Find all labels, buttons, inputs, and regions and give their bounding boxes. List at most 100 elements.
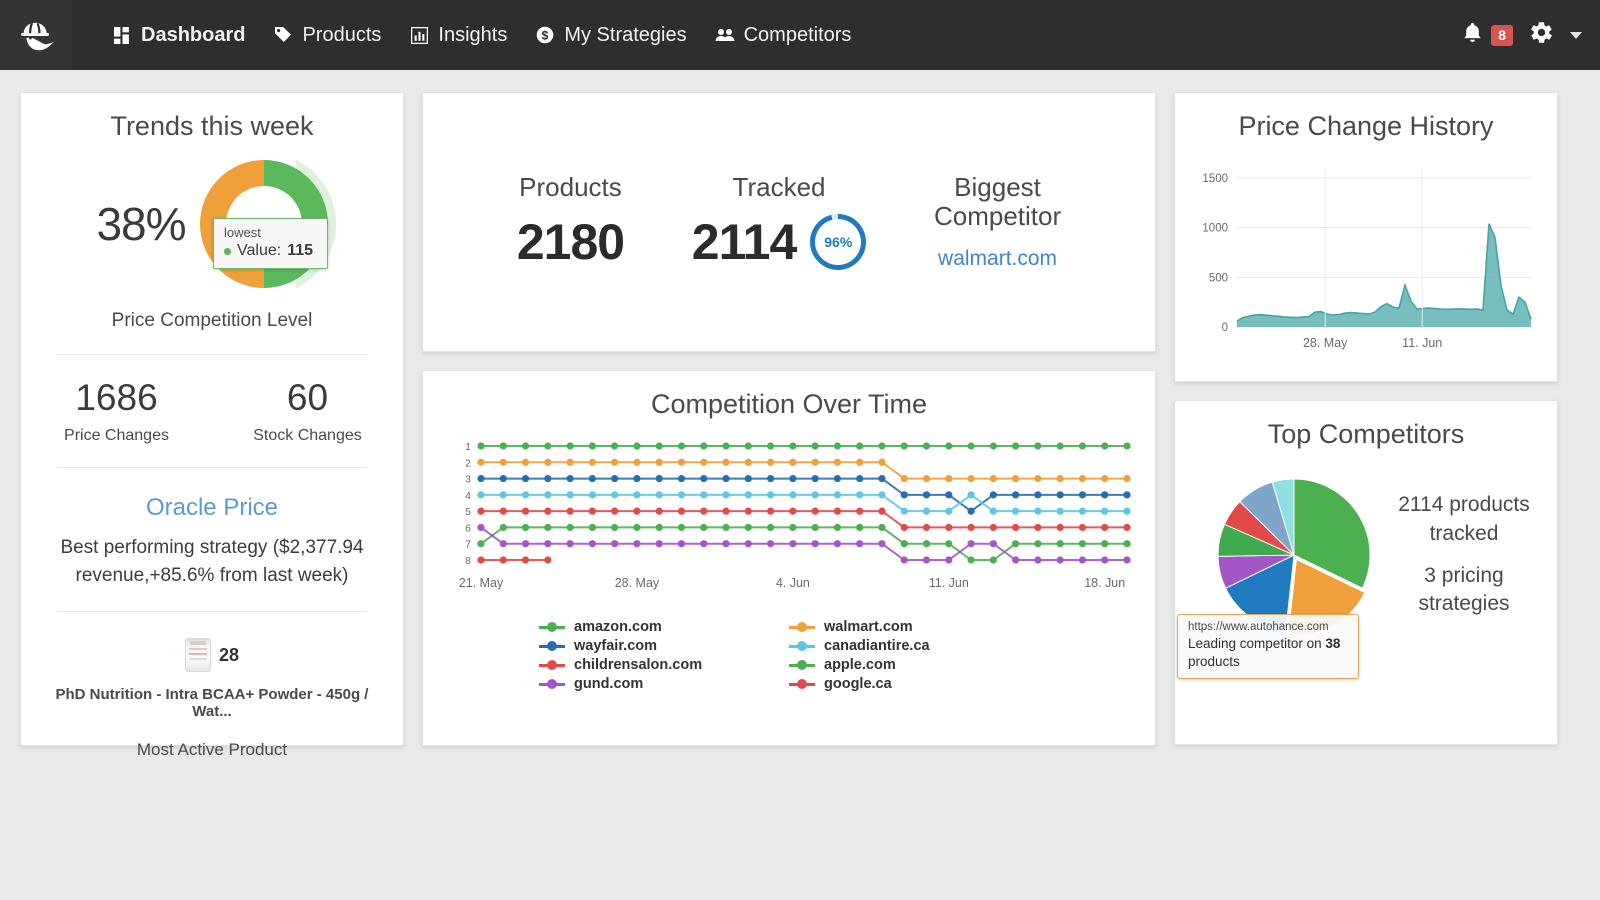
kpi-stock-changes: 60 Stock Changes [212, 377, 403, 445]
stat-tracked-value: 2114 [692, 213, 796, 271]
stat-tracked: Tracked 2114 96% [692, 173, 866, 272]
nav-item-dashboard[interactable]: Dashboard [112, 24, 245, 47]
svg-text:500: 500 [1209, 272, 1228, 284]
legend-item[interactable]: canadiantire.ca [789, 638, 1039, 654]
most-active-product-count: 28 [219, 645, 239, 666]
tooltip-series-dot-icon [224, 248, 231, 255]
stat-biggest-competitor: Biggest Competitor walmart.com [934, 173, 1061, 270]
left-column: Trends this week 38% lowest Value: 115 P… [20, 92, 404, 746]
middle-column: Products 2180 Tracked 2114 96% Biggest C… [422, 92, 1156, 746]
legend-item[interactable]: walmart.com [789, 619, 1039, 635]
navbar-actions: 8 [1462, 20, 1582, 50]
nav-label-dashboard: Dashboard [141, 24, 245, 47]
nav-item-my-strategies[interactable]: $ My Strategies [535, 24, 686, 47]
svg-text:7: 7 [465, 539, 471, 551]
best-strategy-section: Oracle Price Best performing strategy ($… [21, 468, 403, 589]
pie-tooltip-text: Leading competitor on 38 products [1188, 635, 1348, 670]
legend-item[interactable]: wayfair.com [539, 638, 789, 654]
gear-icon[interactable] [1529, 20, 1554, 50]
svg-text:18. Jun: 18. Jun [1084, 576, 1125, 590]
legend-item[interactable]: childrensalon.com [539, 657, 789, 673]
stat-products-value: 2180 [517, 213, 624, 271]
most-active-product-name[interactable]: PhD Nutrition - Intra BCAA+ Powder - 450… [39, 686, 385, 720]
bell-icon[interactable] [1462, 22, 1483, 49]
top-navbar: Dashboard Products Insights $ My Strateg… [0, 0, 1600, 70]
kpi-price-changes: 1686 Price Changes [21, 377, 212, 445]
svg-text:8: 8 [465, 555, 471, 567]
price-change-history-card: Price Change History 0 500 1000 1500 28. May… [1174, 92, 1558, 382]
svg-text:11. Jun: 11. Jun [1402, 336, 1442, 350]
price-history-title: Price Change History [1175, 93, 1557, 148]
summary-stats-card: Products 2180 Tracked 2114 96% Biggest C… [422, 92, 1156, 352]
legend-item[interactable]: google.ca [789, 676, 1039, 692]
competition-chart-plot[interactable]: 12345678 21. May28. May4. Jun11. Jun18. … [423, 426, 1155, 602]
legend-label: apple.com [824, 657, 896, 673]
grid-icon [112, 25, 132, 45]
stat-tracked-row: 2114 96% [692, 213, 866, 271]
legend-marker-icon [539, 640, 565, 652]
kpi-price-changes-label: Price Changes [21, 427, 212, 445]
most-active-product-row: 28 [39, 638, 385, 672]
donut-tooltip-body: Value: 115 [224, 242, 313, 260]
pie-tooltip-text-before: Leading competitor on [1188, 636, 1322, 651]
right-column: Price Change History 0 500 1000 1500 28. May… [1174, 92, 1558, 745]
pie-tooltip-count: 38 [1325, 636, 1340, 651]
price-history-plot[interactable]: 0 500 1000 1500 28. May 11. Jun [1175, 148, 1557, 374]
price-history-svg: 0 500 1000 1500 28. May 11. Jun [1191, 154, 1541, 369]
svg-text:3: 3 [465, 474, 471, 486]
stat-biggest-competitor-label-line1: Biggest [934, 173, 1061, 202]
legend-marker-icon [539, 621, 565, 633]
competition-chart-svg: 12345678 [443, 438, 1135, 568]
legend-item[interactable]: amazon.com [539, 619, 789, 635]
top-competitors-title: Top Competitors [1175, 401, 1557, 456]
legend-label: amazon.com [574, 619, 662, 635]
app-logo[interactable] [0, 0, 72, 70]
gauge-caption: Price Competition Level [21, 310, 403, 332]
users-icon [715, 25, 735, 45]
svg-text:28. May: 28. May [1303, 336, 1348, 350]
tracked-progress-percent: 96% [824, 234, 852, 250]
notification-badge: 8 [1491, 25, 1513, 46]
top-competitors-card: Top Competitors 2114 products tracked 3 … [1174, 400, 1558, 745]
caret-down-icon[interactable] [1570, 32, 1582, 39]
primary-nav: Dashboard Products Insights $ My Strateg… [112, 24, 851, 47]
legend-label: gund.com [574, 676, 643, 692]
competitors-products-tracked-line2: tracked [1393, 520, 1535, 548]
nav-item-insights[interactable]: Insights [409, 24, 507, 47]
product-thumbnail-icon [185, 638, 211, 672]
competition-over-time-card: Competition Over Time 12345678 21. May28… [422, 370, 1156, 746]
top-competitors-summary: 2114 products tracked 3 pricing strategi… [1383, 491, 1535, 618]
stat-biggest-competitor-link[interactable]: walmart.com [934, 247, 1061, 271]
svg-text:4: 4 [465, 490, 471, 502]
legend-item[interactable]: apple.com [789, 657, 1039, 673]
nav-item-competitors[interactable]: Competitors [715, 24, 852, 47]
competition-chart-xaxis: 21. May 28. May 4. Jun 11. Jun 18. Jun [443, 573, 1135, 597]
kpi-price-changes-value: 1686 [21, 377, 212, 419]
svg-text:11. Jun: 11. Jun [929, 576, 969, 590]
kpi-stock-changes-label: Stock Changes [212, 427, 403, 445]
legend-label: canadiantire.ca [824, 638, 930, 654]
competitors-products-tracked-line1: 2114 products [1393, 491, 1535, 519]
nav-item-products[interactable]: Products [273, 24, 381, 47]
svg-text:1: 1 [465, 441, 471, 453]
legend-marker-icon [539, 659, 565, 671]
strategy-description: Best performing strategy ($2,377.94 reve… [53, 534, 371, 589]
svg-text:5: 5 [465, 506, 471, 518]
legend-item[interactable]: gund.com [539, 676, 789, 692]
svg-text:21. May: 21. May [459, 576, 504, 590]
svg-text:1500: 1500 [1202, 173, 1228, 185]
svg-text:4. Jun: 4. Jun [776, 576, 810, 590]
tag-icon [273, 25, 293, 45]
kpi-stock-changes-value: 60 [212, 377, 403, 419]
stat-products-label: Products [517, 173, 624, 202]
svg-text:28. May: 28. May [615, 576, 660, 590]
competitors-pricing-strategies-line1: 3 pricing [1393, 562, 1535, 590]
svg-text:0: 0 [1222, 322, 1228, 334]
bar-chart-icon [409, 25, 429, 45]
price-competition-gauge: 38% lowest Value: 115 [21, 148, 403, 288]
svg-text:1000: 1000 [1202, 223, 1228, 235]
donut-tooltip-label: Value: [237, 242, 281, 260]
legend-marker-icon [539, 678, 565, 690]
notifications[interactable]: 8 [1462, 22, 1513, 49]
strategy-name-link[interactable]: Oracle Price [53, 494, 371, 522]
